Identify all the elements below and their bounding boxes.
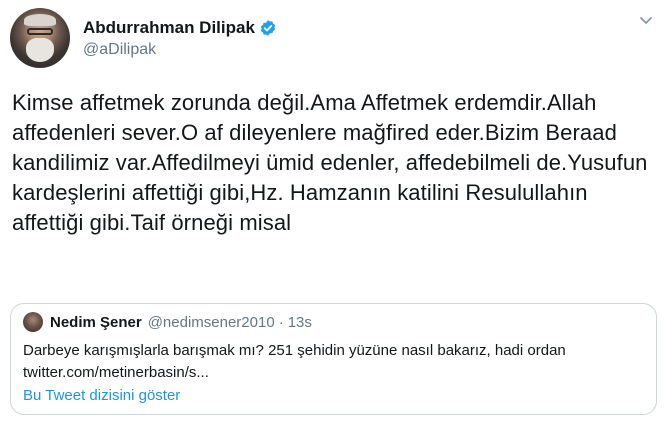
- avatar-beard: [26, 38, 54, 62]
- quoted-timestamp[interactable]: 13s: [288, 314, 312, 331]
- avatar-glasses: [27, 28, 53, 35]
- quoted-tweet-text: Darbeye karışmışlarla barışmak mı? 251 ş…: [23, 340, 643, 384]
- author-handle[interactable]: @aDilipak: [83, 41, 277, 59]
- tweet: Abdurrahman Dilipak @aDilipak Kimse affe…: [0, 0, 668, 426]
- author-avatar[interactable]: [10, 8, 70, 68]
- quoted-author-handle: @nedimsener2010: [147, 313, 275, 331]
- verified-badge-icon: [259, 19, 277, 37]
- display-name-row: Abdurrahman Dilipak: [83, 18, 277, 38]
- quoted-text-line-2: twitter.com/metinerbasin/s...: [23, 364, 209, 381]
- author-names: Abdurrahman Dilipak @aDilipak: [83, 18, 277, 59]
- avatar-hair: [24, 14, 56, 26]
- tweet-body-text: Kimse affetmek zorunda değil.Ama Affetme…: [12, 90, 648, 235]
- quoted-separator: ·: [278, 313, 284, 331]
- show-thread-link[interactable]: Bu Tweet dizisini göster: [23, 387, 180, 404]
- quoted-author-avatar: [23, 312, 43, 332]
- chevron-down-icon[interactable]: [638, 12, 654, 28]
- quoted-author-display-name: Nedim Şener: [50, 313, 142, 331]
- quoted-tweet-header: Nedim Şener @nedimsener2010 · 13s: [23, 312, 312, 332]
- quoted-text-line-1: Darbeye karışmışlarla barışmak mı? 251 ş…: [23, 342, 566, 359]
- author-display-name[interactable]: Abdurrahman Dilipak: [83, 18, 255, 38]
- quoted-tweet-card[interactable]: Nedim Şener @nedimsener2010 · 13s Darbey…: [10, 303, 657, 415]
- tweet-header: Abdurrahman Dilipak @aDilipak: [10, 8, 277, 68]
